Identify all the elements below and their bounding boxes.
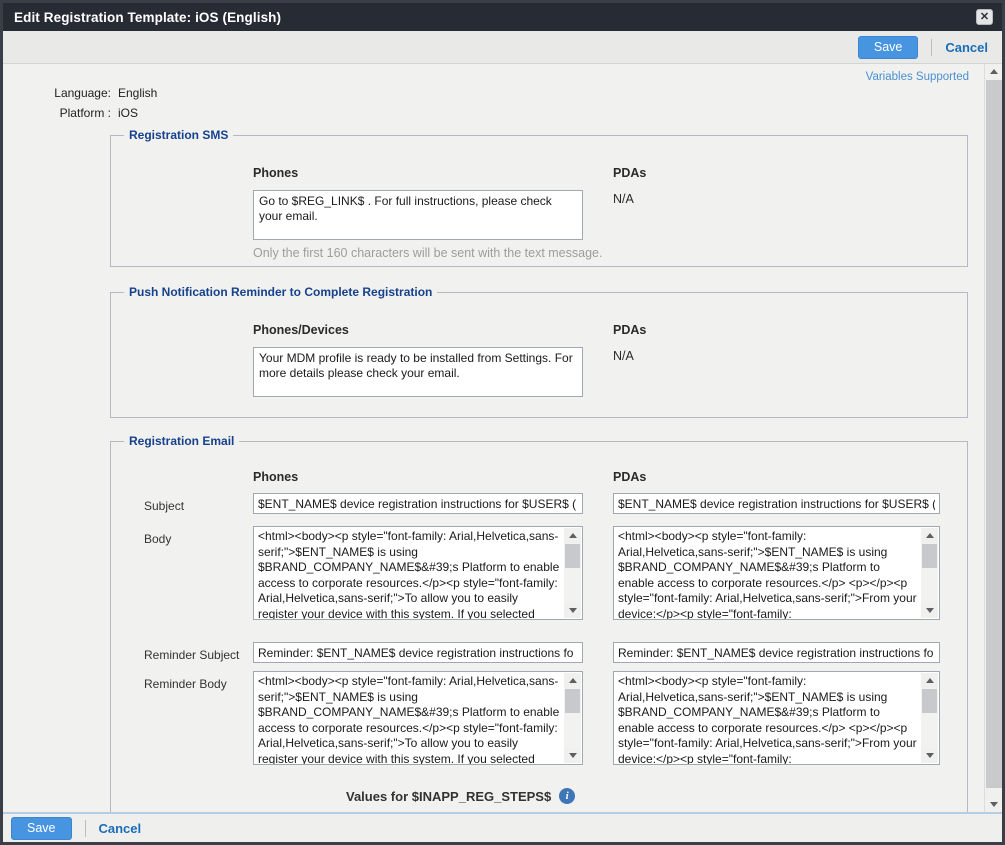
save-button-bottom[interactable]: Save	[11, 817, 72, 840]
subject-label: Subject	[144, 499, 184, 513]
body-phones-text: <html><body><p style="font-family: Arial…	[258, 529, 560, 619]
push-phones-header: Phones/Devices	[253, 323, 349, 337]
bottombar-divider	[85, 820, 86, 837]
scrollbar-thumb[interactable]	[565, 689, 580, 713]
push-phones-textarea[interactable]: Your MDM profile is ready to be installe…	[253, 347, 583, 397]
subject-pdas-input[interactable]	[613, 493, 940, 514]
close-icon[interactable]: ✕	[976, 9, 993, 25]
registration-sms-legend: Registration SMS	[124, 128, 233, 142]
save-button-top[interactable]: Save	[858, 36, 919, 59]
scrollbar-thumb[interactable]	[986, 80, 1002, 788]
chevron-up-icon[interactable]	[564, 528, 581, 543]
reminder-body-label: Reminder Body	[144, 677, 227, 691]
reminder-body-phones-textarea[interactable]: <html><body><p style="font-family: Arial…	[253, 671, 583, 765]
dialog-content: Variables Supported Language: English Pl…	[3, 64, 1002, 812]
variables-supported-link[interactable]: Variables Supported	[866, 71, 969, 83]
scrollbar-thumb[interactable]	[922, 544, 937, 568]
email-pdas-header: PDAs	[613, 470, 646, 484]
sms-pdas-value: N/A	[613, 192, 634, 206]
body-label: Body	[144, 532, 171, 546]
top-toolbar: Save Cancel	[3, 31, 1002, 64]
email-phones-header: Phones	[253, 470, 298, 484]
body-pdas-text: <html><body><p style="font-family: Arial…	[618, 529, 917, 619]
chevron-up-icon[interactable]	[921, 528, 938, 543]
template-meta: Language: English Platform : iOS	[3, 83, 157, 123]
registration-email-legend: Registration Email	[124, 434, 239, 448]
body-phones-textarea[interactable]: <html><body><p style="font-family: Arial…	[253, 526, 583, 620]
push-notification-fieldset: Push Notification Reminder to Complete R…	[110, 285, 968, 418]
values-for-label: Values for $INAPP_REG_STEPS$	[346, 789, 551, 804]
reminder-subject-label: Reminder Subject	[144, 648, 239, 662]
chevron-down-icon[interactable]	[921, 603, 938, 618]
reminder-body-pdas-textarea[interactable]: <html><body><p style="font-family: Arial…	[613, 671, 940, 765]
language-label: Language:	[3, 86, 118, 100]
chevron-up-icon[interactable]	[921, 673, 938, 688]
dialog-title-bar: Edit Registration Template: iOS (English…	[3, 3, 1002, 31]
push-pdas-value: N/A	[613, 349, 634, 363]
push-notification-legend: Push Notification Reminder to Complete R…	[124, 285, 437, 299]
edit-registration-template-dialog: Edit Registration Template: iOS (English…	[0, 0, 1005, 845]
dialog-title: Edit Registration Template: iOS (English…	[14, 10, 281, 25]
subject-phones-input[interactable]	[253, 493, 583, 514]
reminder-body-phones-text: <html><body><p style="font-family: Arial…	[258, 674, 560, 764]
info-icon[interactable]: i	[559, 788, 575, 804]
sms-phones-header: Phones	[253, 166, 298, 180]
platform-label: Platform :	[3, 106, 118, 120]
chevron-down-icon[interactable]	[564, 748, 581, 763]
body-pdas-scrollbar[interactable]	[921, 528, 938, 618]
reminder-subject-pdas-input[interactable]	[613, 642, 940, 663]
chevron-down-icon[interactable]	[921, 748, 938, 763]
reminder-body-pdas-scrollbar[interactable]	[921, 673, 938, 763]
sms-pdas-header: PDAs	[613, 166, 646, 180]
push-pdas-header: PDAs	[613, 323, 646, 337]
bottom-toolbar: Save Cancel	[3, 812, 1002, 842]
cancel-link-top[interactable]: Cancel	[945, 40, 988, 55]
registration-sms-fieldset: Registration SMS Phones PDAs Go to $REG_…	[110, 128, 968, 267]
scrollbar-thumb[interactable]	[565, 544, 580, 568]
chevron-down-icon[interactable]	[564, 603, 581, 618]
chevron-up-icon[interactable]	[564, 673, 581, 688]
platform-value: iOS	[118, 106, 138, 120]
reminder-body-phones-scrollbar[interactable]	[564, 673, 581, 763]
sms-phones-textarea[interactable]: Go to $REG_LINK$ . For full instructions…	[253, 190, 583, 240]
language-row: Language: English	[3, 83, 157, 103]
body-phones-scrollbar[interactable]	[564, 528, 581, 618]
chevron-up-icon[interactable]	[985, 64, 1002, 79]
body-pdas-textarea[interactable]: <html><body><p style="font-family: Arial…	[613, 526, 940, 620]
toolbar-divider	[931, 39, 932, 56]
dialog-scrollbar[interactable]	[984, 64, 1002, 812]
reminder-subject-phones-input[interactable]	[253, 642, 583, 663]
platform-row: Platform : iOS	[3, 103, 157, 123]
scrollbar-thumb[interactable]	[922, 689, 937, 713]
registration-email-fieldset: Registration Email Phones PDAs Subject B…	[110, 434, 968, 812]
chevron-down-icon[interactable]	[985, 797, 1002, 812]
inapp-reg-steps-row: Values for $INAPP_REG_STEPS$ i	[346, 788, 575, 804]
cancel-link-bottom[interactable]: Cancel	[99, 821, 142, 836]
sms-character-hint: Only the first 160 characters will be se…	[253, 246, 602, 260]
language-value: English	[118, 86, 157, 100]
reminder-body-pdas-text: <html><body><p style="font-family: Arial…	[618, 674, 917, 764]
